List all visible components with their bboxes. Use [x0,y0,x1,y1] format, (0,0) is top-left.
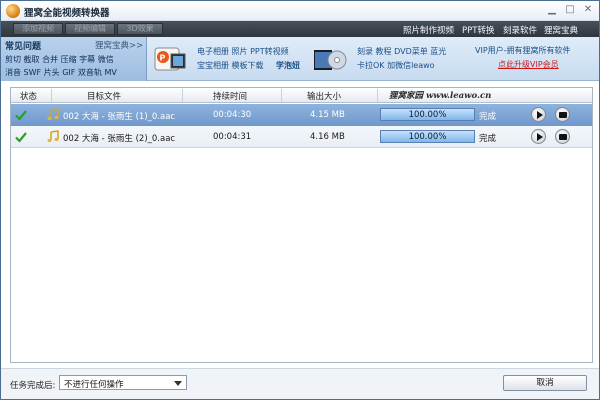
progress-bar: 100.00% [380,130,475,143]
chevron-down-icon[interactable] [174,381,182,386]
row-output-size: 4.16 MB [310,132,345,142]
header-divider[interactable] [51,89,52,102]
row-file-name: 002 大海 - 张雨生 (1)_0.aac [63,112,176,122]
play-icon [537,111,543,119]
burn-software-link[interactable]: 刻录软件 [503,24,537,36]
progress-bar: 100.00% [380,108,475,121]
close-icon[interactable]: ✕ [580,3,596,17]
dvd-burn-icon[interactable] [313,44,347,74]
play-button[interactable] [531,107,546,122]
ad-photo-album-text[interactable]: 电子相册 照片 PPT转视频 [197,46,289,57]
progress-label: 100.00% [408,132,447,142]
progress-label: 100.00% [408,110,447,120]
after-complete-label: 任务完成后: [10,381,56,391]
music-note-icon [47,130,59,143]
app-window: 狸窝全能视频转换器 ▁ □ ✕ 添加视频 视频编辑 3D效果 照片制作视频 PP… [0,0,600,400]
after-complete-select[interactable]: 不进行任何操作 [59,375,187,390]
ppt-convert-link[interactable]: PPT转换 [462,24,494,36]
task-table: 状态 目标文件 持续时间 输出大小 狸窝家园 www.leawo.cn 002 … [10,87,593,363]
3d-effect-button[interactable]: 3D效果 [117,23,163,35]
leawo-watermark: 狸窝家园 www.leawo.cn [389,91,492,101]
play-icon [537,133,543,141]
row-file-name: 002 大海 - 张雨生 (2)_0.aac [63,134,176,144]
faq-topics-line-1[interactable]: 剪切 截取 合并 压缩 字幕 微信 [5,54,114,65]
faq-topics-line-2[interactable]: 消音 SWF 片头 GIF 双音轨 MV [5,67,117,78]
header-duration[interactable]: 持续时间 [213,90,247,102]
faq-title[interactable]: 常见问题 [5,39,41,52]
header-target-file[interactable]: 目标文件 [87,90,121,102]
app-logo-icon [6,4,20,18]
music-note-icon [47,108,59,121]
row-output-size: 4.15 MB [310,110,345,120]
footer-bar: 任务完成后: 不进行任何操作 取消 [1,368,599,399]
header-divider[interactable] [281,89,282,102]
window-title: 狸窝全能视频转换器 [24,8,110,19]
row-status: 完成 [479,112,497,122]
table-header: 状态 目标文件 持续时间 输出大小 狸窝家园 www.leawo.cn [11,88,592,103]
ad-burn-text[interactable]: 刻录 教程 DVD菜单 蓝光 [357,46,446,57]
maximize-icon[interactable]: □ [562,3,578,17]
ad-karaoke-text[interactable]: 卡拉OK 加微信leawo [357,60,435,71]
table-row[interactable]: 002 大海 - 张雨生 (1)_0.aac 00:04:30 4.15 MB … [11,104,592,126]
check-icon [15,110,27,121]
ppt-to-video-icon[interactable]: P [153,44,187,74]
header-divider[interactable] [182,89,183,102]
open-folder-button[interactable] [555,129,570,144]
minimize-icon[interactable]: ▁ [544,3,560,17]
folder-icon [559,112,567,118]
add-video-button[interactable]: 添加视频 [13,23,63,35]
toolbar: 添加视频 视频编辑 3D效果 照片制作视频 PPT转换 刻录软件 狸窝宝典 [1,21,599,37]
title-bar: 狸窝全能视频转换器 ▁ □ ✕ [1,1,599,21]
header-divider[interactable] [377,89,378,102]
promo-banner: 常见问题 狸窝宝典>> 剪切 截取 合并 压缩 字幕 微信 消音 SWF 片头 … [1,37,599,81]
svg-text:P: P [160,54,166,63]
video-edit-button[interactable]: 视频编辑 [65,23,115,35]
faq-panel: 常见问题 狸窝宝典>> 剪切 截取 合并 压缩 字幕 微信 消音 SWF 片头 … [1,37,147,81]
folder-icon [559,134,567,140]
ad-highlight-text[interactable]: 学泡妞 [276,60,300,71]
table-row[interactable]: 002 大海 - 张雨生 (2)_0.aac 00:04:31 4.16 MB … [11,126,592,148]
play-button[interactable] [531,129,546,144]
row-duration: 00:04:31 [213,132,252,142]
leawo-guide-link[interactable]: 狸窝宝典 [544,24,578,36]
vip-info-text: VIP用户-拥有狸窝所有软件 [475,46,571,55]
check-icon [15,132,27,143]
cancel-button[interactable]: 取消 [503,375,587,391]
faq-more-link[interactable]: 狸窝宝典>> [95,39,143,51]
open-folder-button[interactable] [555,107,570,122]
header-status[interactable]: 状态 [20,90,37,102]
row-status: 完成 [479,134,497,144]
header-output-size[interactable]: 输出大小 [307,90,341,102]
select-value: 不进行任何操作 [64,380,124,390]
vip-upgrade-link[interactable]: 点此升级VIP会员 [498,59,559,70]
photo-to-video-link[interactable]: 照片制作视频 [403,24,454,36]
row-duration: 00:04:30 [213,110,252,120]
ad-baby-album-text[interactable]: 宝宝相册 模板下载 [197,60,264,71]
